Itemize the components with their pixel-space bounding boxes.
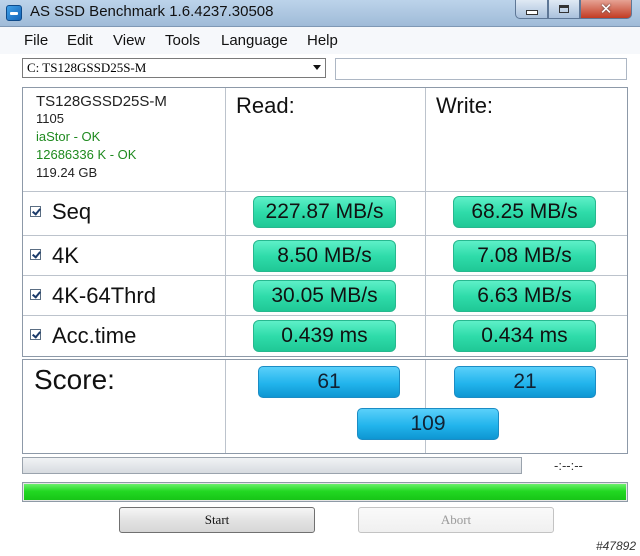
- title-bar: AS SSD Benchmark 1.6.4237.30508 ✕: [0, 0, 640, 27]
- seq-write-value: 68.25 MB/s: [453, 196, 596, 228]
- seq-read-value: 227.87 MB/s: [253, 196, 396, 228]
- maximize-button[interactable]: [548, 0, 580, 19]
- drive-model: TS128GSSD25S-M: [36, 93, 167, 110]
- drive-driver-status: iaStor - OK: [36, 129, 101, 144]
- test-progress-bar: [22, 457, 522, 474]
- window-title: AS SSD Benchmark 1.6.4237.30508: [30, 3, 274, 20]
- read-header: Read:: [236, 93, 295, 118]
- write-header: Write:: [436, 93, 494, 118]
- maximize-icon: [559, 5, 569, 13]
- abort-button[interactable]: Abort: [358, 507, 554, 533]
- 4k-64thrd-label: 4K-64Thrd: [52, 283, 156, 308]
- total-progress-fill: [24, 484, 626, 500]
- 4k-64thrd-read-value: 30.05 MB/s: [253, 280, 396, 312]
- 4k-64thrd-checkbox[interactable]: [30, 289, 41, 300]
- write-score: 21: [454, 366, 596, 398]
- menu-help[interactable]: Help: [307, 32, 338, 49]
- 4k-read-value: 8.50 MB/s: [253, 240, 396, 272]
- total-score: 109: [357, 408, 499, 440]
- acc-time-read-value: 0.439 ms: [253, 320, 396, 352]
- minimize-icon: [525, 9, 538, 15]
- read-score: 61: [258, 366, 400, 398]
- row-divider: [23, 235, 627, 236]
- app-icon: [6, 5, 22, 21]
- seq-label: Seq: [52, 199, 92, 224]
- drive-select-value: C: TS128GSSD25S-M: [27, 60, 147, 75]
- info-field: [335, 58, 627, 80]
- menu-language[interactable]: Language: [221, 32, 288, 49]
- 4k-checkbox[interactable]: [30, 249, 41, 260]
- 4k-64thrd-write-value: 6.63 MB/s: [453, 280, 596, 312]
- drive-capacity: 119.24 GB: [36, 165, 98, 180]
- row-divider: [23, 191, 627, 192]
- menu-view[interactable]: View: [113, 32, 145, 49]
- total-progress-bar: [22, 482, 628, 502]
- menu-bar: File Edit View Tools Language Help: [0, 27, 640, 54]
- drive-select[interactable]: C: TS128GSSD25S-M: [22, 58, 326, 78]
- acc-time-checkbox[interactable]: [30, 329, 41, 340]
- 4k-label: 4K: [52, 243, 79, 268]
- elapsed-time: -:--:--: [554, 458, 583, 473]
- row-divider: [23, 275, 627, 276]
- acc-time-label: Acc.time: [52, 323, 137, 348]
- close-button[interactable]: ✕: [580, 0, 632, 19]
- acc-time-write-value: 0.434 ms: [453, 320, 596, 352]
- menu-edit[interactable]: Edit: [67, 32, 93, 49]
- menu-file[interactable]: File: [24, 32, 48, 49]
- drive-firmware: 1105: [36, 111, 64, 126]
- drive-info: TS128GSSD25S-M 1105 iaStor - OK 12686336…: [36, 92, 167, 182]
- score-label: Score:: [34, 364, 115, 395]
- chevron-down-icon[interactable]: [313, 65, 321, 70]
- menu-tools[interactable]: Tools: [165, 32, 200, 49]
- 4k-write-value: 7.08 MB/s: [453, 240, 596, 272]
- watermark: #47892: [595, 539, 636, 553]
- start-button[interactable]: Start: [119, 507, 315, 533]
- column-divider: [225, 360, 226, 453]
- minimize-button[interactable]: [515, 0, 548, 19]
- drive-alignment-status: 12686336 K - OK: [36, 147, 137, 162]
- row-divider: [23, 315, 627, 316]
- close-icon: ✕: [599, 0, 613, 18]
- seq-checkbox[interactable]: [30, 206, 41, 217]
